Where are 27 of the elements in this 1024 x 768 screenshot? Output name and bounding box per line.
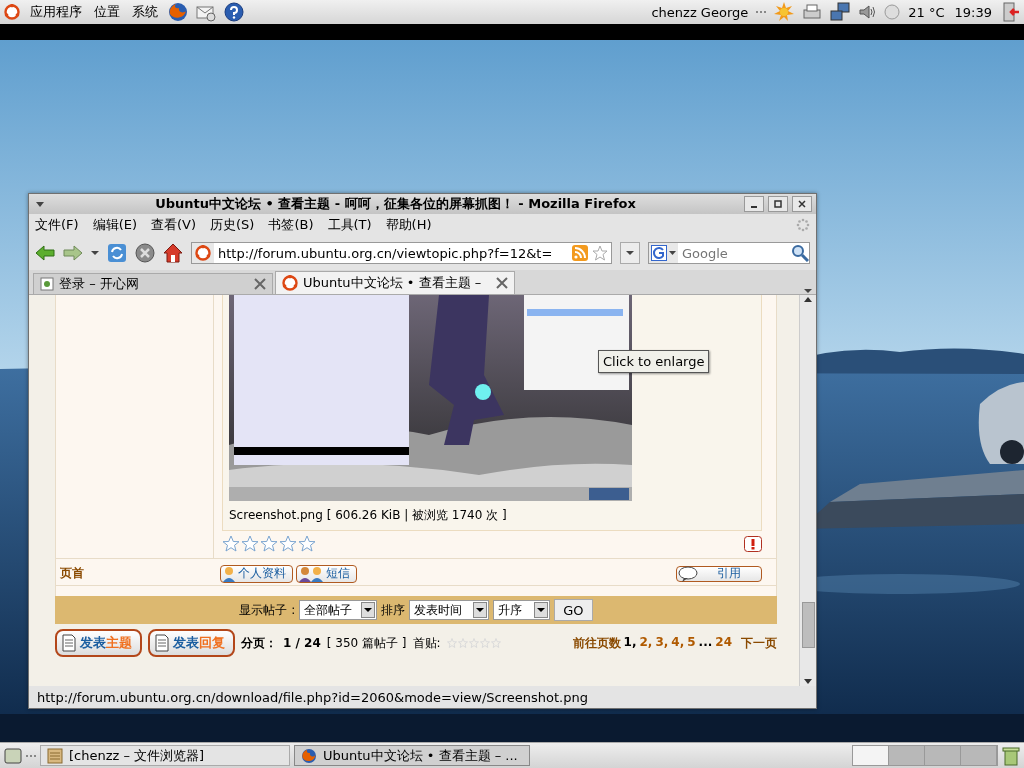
workspace-cell[interactable] bbox=[889, 746, 925, 765]
sun-icon[interactable] bbox=[774, 2, 795, 22]
workspace-cell[interactable] bbox=[925, 746, 961, 765]
panel-menu[interactable]: 位置 bbox=[92, 3, 122, 21]
folder-icon bbox=[47, 747, 63, 764]
temperature: 21 °C bbox=[908, 4, 945, 20]
help-icon[interactable] bbox=[224, 2, 244, 22]
taskbar-button[interactable]: [chenzz – 文件浏览器] bbox=[40, 745, 290, 766]
printer-icon[interactable] bbox=[802, 3, 823, 21]
moon-icon bbox=[884, 4, 901, 20]
user-name[interactable]: chenzz George bbox=[651, 4, 749, 20]
clock[interactable]: 19:39 bbox=[952, 4, 994, 20]
ubuntu-logo-icon[interactable] bbox=[4, 4, 20, 20]
firefox-icon bbox=[301, 747, 317, 764]
workspace-cell[interactable] bbox=[853, 746, 889, 765]
panel-menu[interactable]: 系统 bbox=[130, 3, 160, 21]
taskbar-button[interactable]: Ubuntu中文论坛 • 查看主题 – ... bbox=[294, 745, 530, 766]
network-icon[interactable] bbox=[830, 2, 851, 22]
volume-icon[interactable] bbox=[858, 3, 877, 21]
firefox-icon[interactable] bbox=[168, 2, 188, 22]
show-desktop-icon[interactable] bbox=[4, 747, 22, 764]
handle-icon bbox=[756, 10, 767, 14]
logout-icon[interactable] bbox=[1002, 2, 1020, 22]
workspace-cell[interactable] bbox=[961, 746, 997, 765]
panel-menu[interactable]: 应用程序 bbox=[28, 3, 84, 21]
handle-icon bbox=[26, 753, 36, 758]
trash-icon[interactable] bbox=[1002, 745, 1020, 766]
